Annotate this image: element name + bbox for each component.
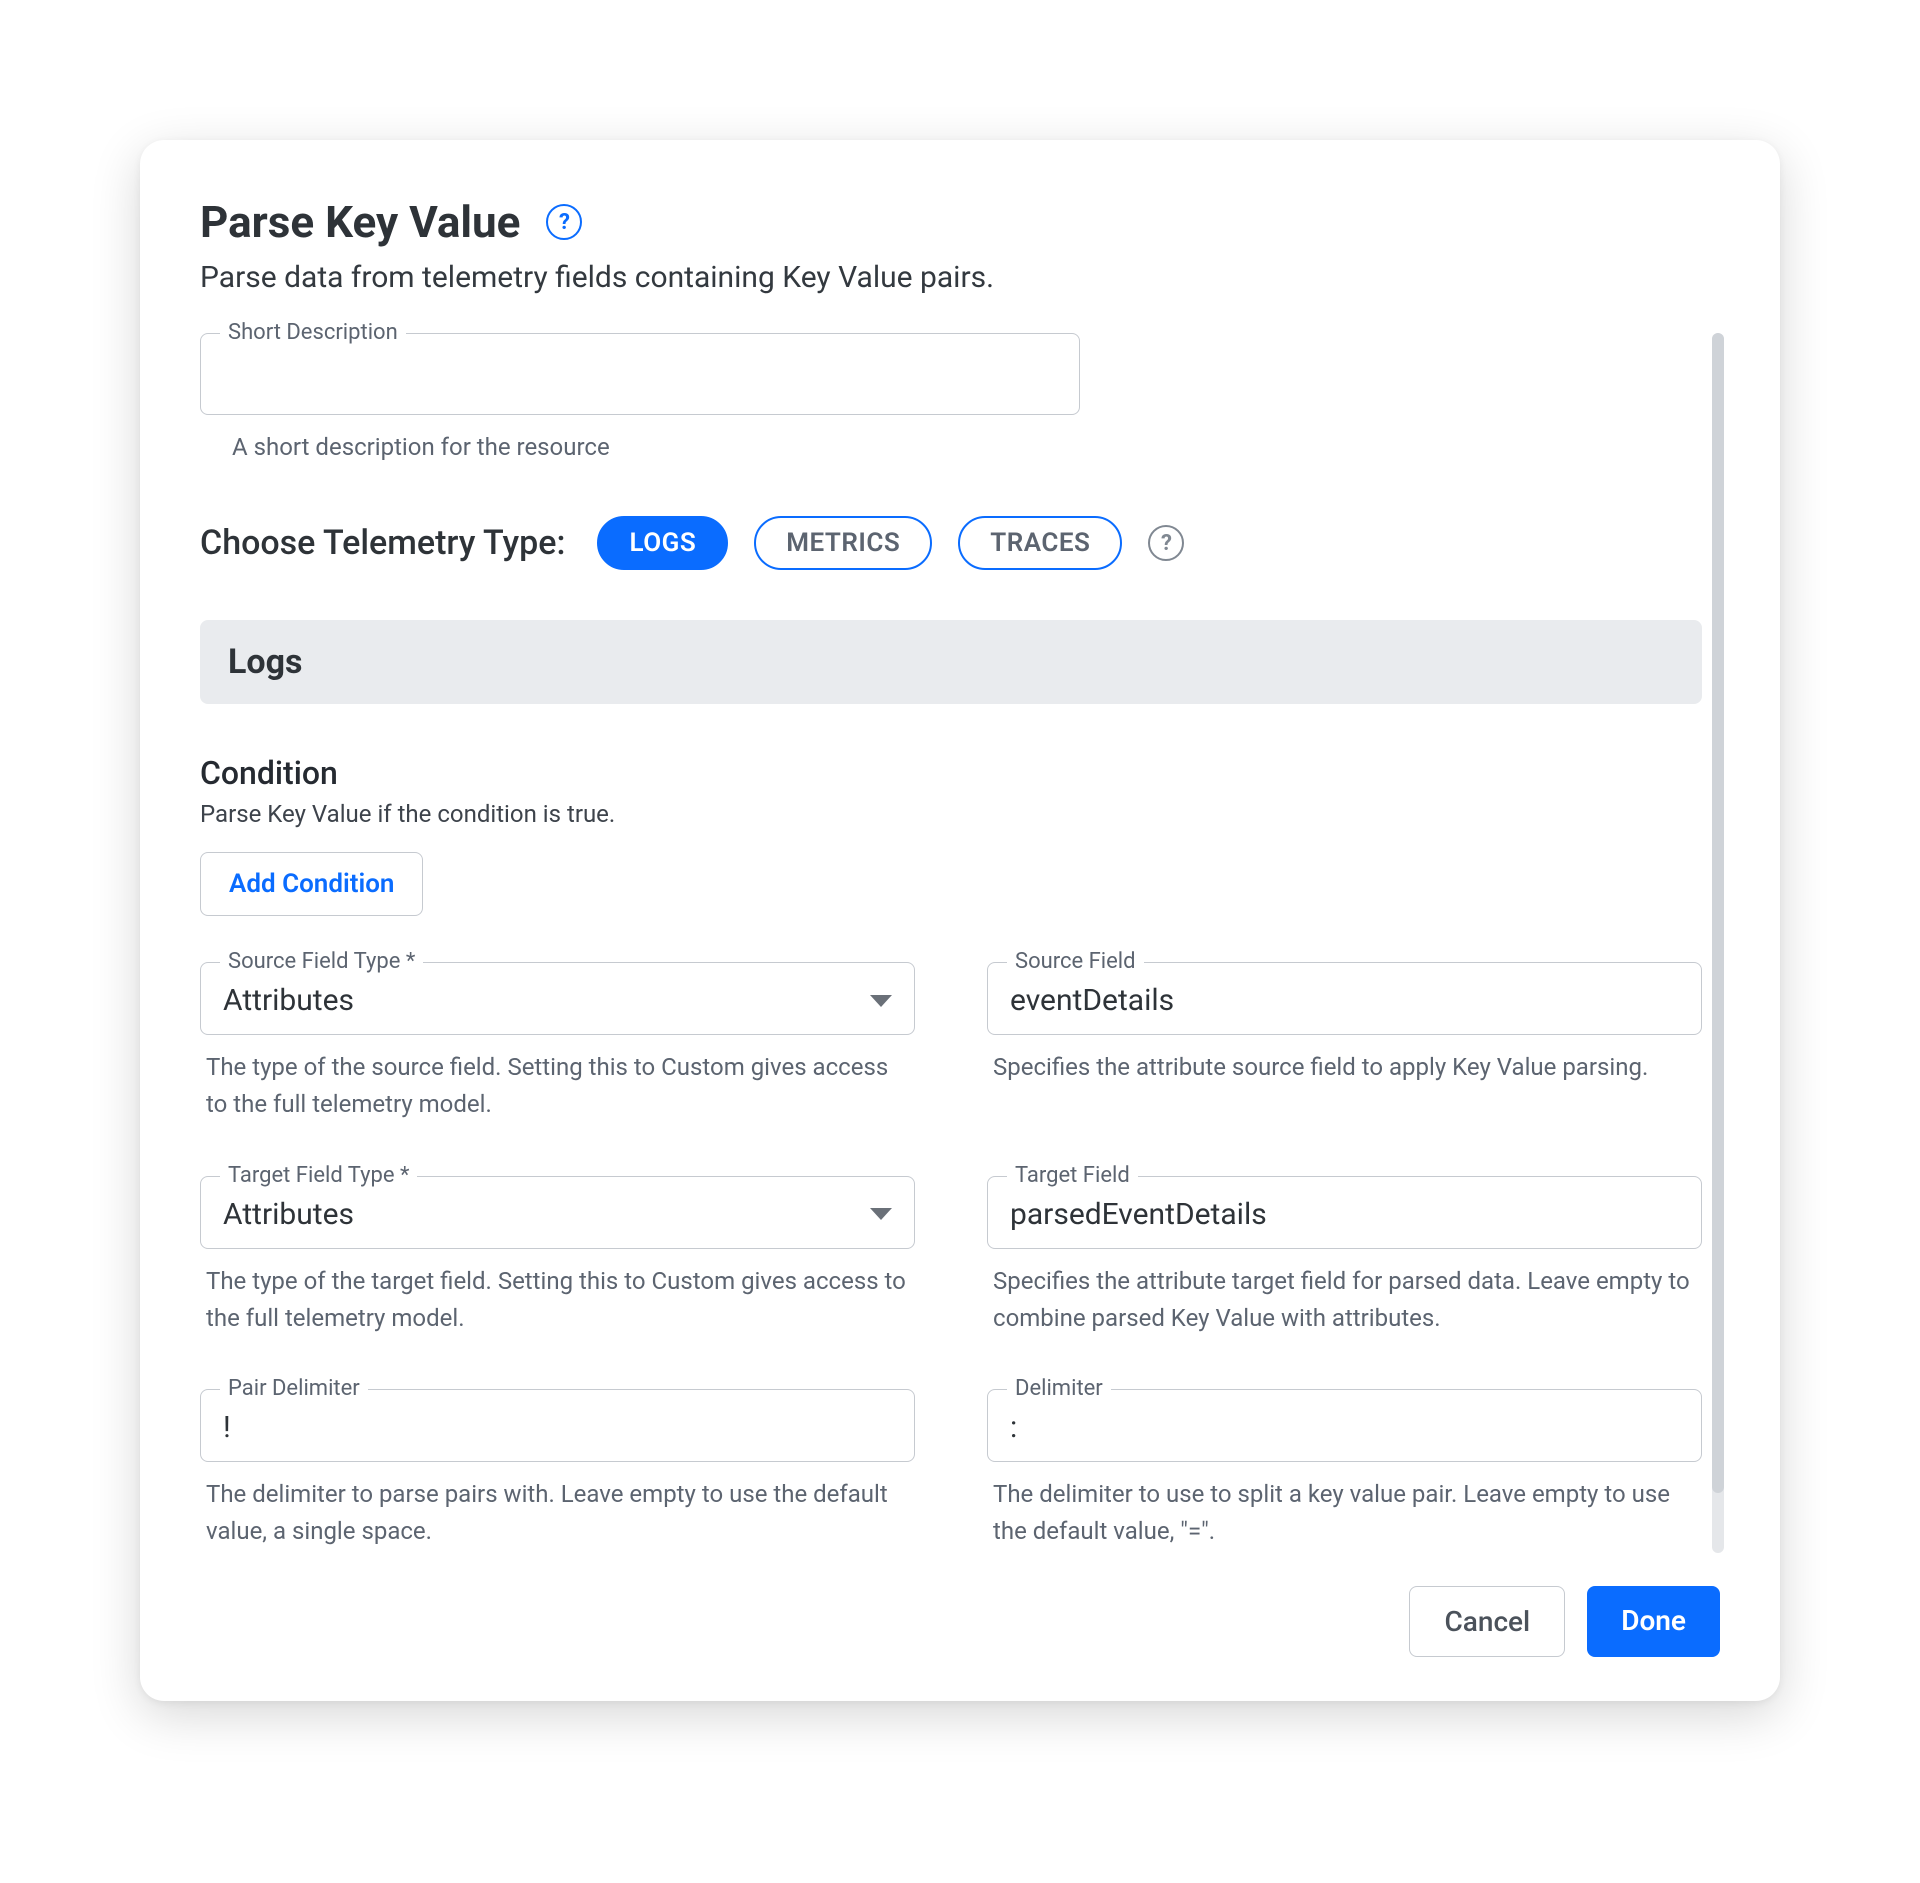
telemetry-pill-metrics[interactable]: METRICS xyxy=(754,516,932,570)
pair-delimiter-help: The delimiter to parse pairs with. Leave… xyxy=(206,1476,909,1550)
target-field-type-value: Attributes xyxy=(223,1197,354,1232)
source-field-value: eventDetails xyxy=(1010,983,1174,1018)
modal-subtitle: Parse data from telemetry fields contain… xyxy=(200,260,1720,295)
telemetry-pill-traces[interactable]: TRACES xyxy=(958,516,1122,570)
parse-key-value-modal: Parse Key Value ? Parse data from teleme… xyxy=(140,140,1780,1701)
target-field-type-help: The type of the target field. Setting th… xyxy=(206,1263,909,1337)
delimiter-label: Delimiter xyxy=(1007,1376,1111,1401)
delimiter-help: The delimiter to use to split a key valu… xyxy=(993,1476,1696,1550)
chevron-down-icon xyxy=(870,1208,892,1220)
modal-title: Parse Key Value xyxy=(200,196,520,248)
telemetry-help-icon[interactable]: ? xyxy=(1148,525,1184,561)
scrollbar[interactable] xyxy=(1712,333,1724,1553)
telemetry-type-label: Choose Telemetry Type: xyxy=(200,523,565,563)
section-header-logs: Logs xyxy=(200,620,1702,704)
add-condition-button[interactable]: Add Condition xyxy=(200,852,423,916)
target-field-label: Target Field xyxy=(1007,1163,1138,1188)
source-field-type-value: Attributes xyxy=(223,983,354,1018)
telemetry-pill-logs[interactable]: LOGS xyxy=(597,516,728,570)
condition-title: Condition xyxy=(200,754,1702,792)
pair-delimiter-label: Pair Delimiter xyxy=(220,1376,368,1401)
short-description-input[interactable] xyxy=(200,333,1080,415)
source-field-help: Specifies the attribute source field to … xyxy=(993,1049,1696,1086)
short-description-help: A short description for the resource xyxy=(232,429,1074,466)
target-field-value: parsedEventDetails xyxy=(1010,1197,1267,1232)
short-description-label: Short Description xyxy=(220,320,406,345)
target-field-help: Specifies the attribute target field for… xyxy=(993,1263,1696,1337)
delimiter-value: : xyxy=(1010,1410,1017,1445)
pair-delimiter-value: ! xyxy=(223,1410,231,1445)
chevron-down-icon xyxy=(870,995,892,1007)
done-button[interactable]: Done xyxy=(1587,1586,1720,1657)
target-field-type-label: Target Field Type * xyxy=(220,1163,417,1188)
source-field-type-help: The type of the source field. Setting th… xyxy=(206,1049,909,1123)
help-icon[interactable]: ? xyxy=(546,204,582,240)
cancel-button[interactable]: Cancel xyxy=(1409,1586,1565,1657)
source-field-type-label: Source Field Type * xyxy=(220,949,423,974)
scrollbar-thumb[interactable] xyxy=(1712,333,1724,1493)
form-scroll-area: Short Description A short description fo… xyxy=(200,333,1720,1550)
condition-subtitle: Parse Key Value if the condition is true… xyxy=(200,800,1702,828)
source-field-label: Source Field xyxy=(1007,949,1144,974)
